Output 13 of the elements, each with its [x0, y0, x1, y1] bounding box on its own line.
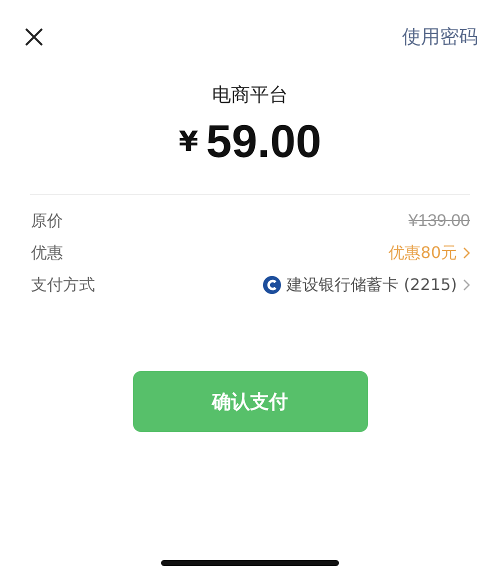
row-label: 优惠	[31, 242, 63, 264]
close-icon[interactable]	[24, 27, 44, 47]
payment-amount: 59.00	[206, 114, 322, 168]
payment-method-value[interactable]: 建设银行储蓄卡 (2215)	[286, 274, 457, 296]
use-password-link[interactable]: 使用密码	[402, 24, 478, 50]
chevron-icon	[463, 279, 470, 291]
currency-symbol: ¥	[178, 124, 198, 158]
original-price: ¥139.00	[408, 211, 470, 231]
row-label: 原价	[31, 210, 63, 232]
merchant-name: 电商平台	[211, 83, 289, 108]
chevron-icon	[463, 247, 470, 259]
row-label: 支付方式	[31, 274, 95, 296]
bank-logo-icon	[262, 276, 281, 294]
